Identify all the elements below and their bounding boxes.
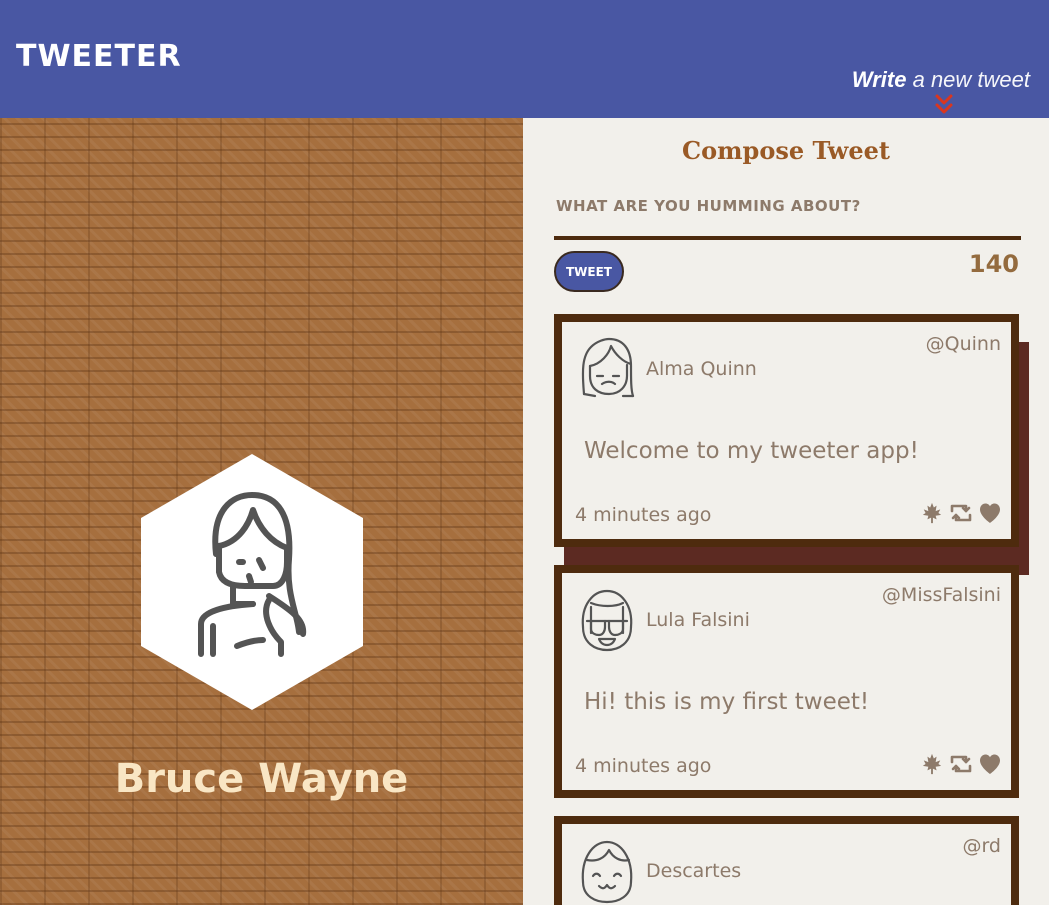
tweet-button[interactable]: TWEET [554,251,624,292]
write-new-tweet-link[interactable]: Write a new tweet [852,66,1030,94]
tweet-actions [921,753,1001,777]
app-logo[interactable]: TWEETER [16,37,182,77]
tweet-handle: @Quinn [925,333,1001,355]
maple-leaf-icon[interactable] [921,753,943,775]
tweet-content: Welcome to my tweeter app! [584,438,919,464]
user-avatar-icon [141,454,363,710]
tweet-timestamp: 4 minutes ago [575,504,712,526]
user-avatar-icon [581,840,633,904]
profile-panel: Bruce Wayne [0,118,523,905]
write-link-rest: a new tweet [906,67,1030,92]
heart-icon[interactable] [978,753,1002,775]
compose-title: Compose Tweet [682,136,890,165]
tweet-handle: @rd [962,835,1001,857]
character-counter: 140 [968,250,1019,278]
top-navbar: TWEETER Write a new tweet [0,0,1049,118]
tweet-timestamp: 4 minutes ago [575,755,712,777]
profile-name: Bruce Wayne [114,756,409,802]
tweet-textarea[interactable] [554,176,1021,240]
write-link-strong: Write [851,67,907,92]
tweet-actions [921,502,1001,526]
retweet-icon[interactable] [948,753,974,775]
tweet-card: Lula Falsini @MissFalsini Hi! this is my… [554,565,1019,798]
user-avatar-icon [581,337,635,398]
tweet-display-name: Lula Falsini [646,609,750,631]
tweet-display-name: Descartes [646,860,742,882]
tweet-content: Hi! this is my first tweet! [584,689,870,715]
double-chevron-down-icon[interactable] [934,94,954,116]
main-column: Compose Tweet TWEET 140 Alma Quinn @Quin… [523,118,1049,905]
maple-leaf-icon[interactable] [921,502,943,524]
heart-icon[interactable] [978,502,1002,524]
tweet-display-name: Alma Quinn [646,358,757,380]
tweet-handle: @MissFalsini [881,584,1001,606]
retweet-icon[interactable] [948,502,974,524]
tweet-card: Alma Quinn @Quinn Welcome to my tweeter … [554,314,1019,547]
user-avatar-icon [581,589,633,652]
tweet-card: Descartes @rd [554,816,1019,905]
